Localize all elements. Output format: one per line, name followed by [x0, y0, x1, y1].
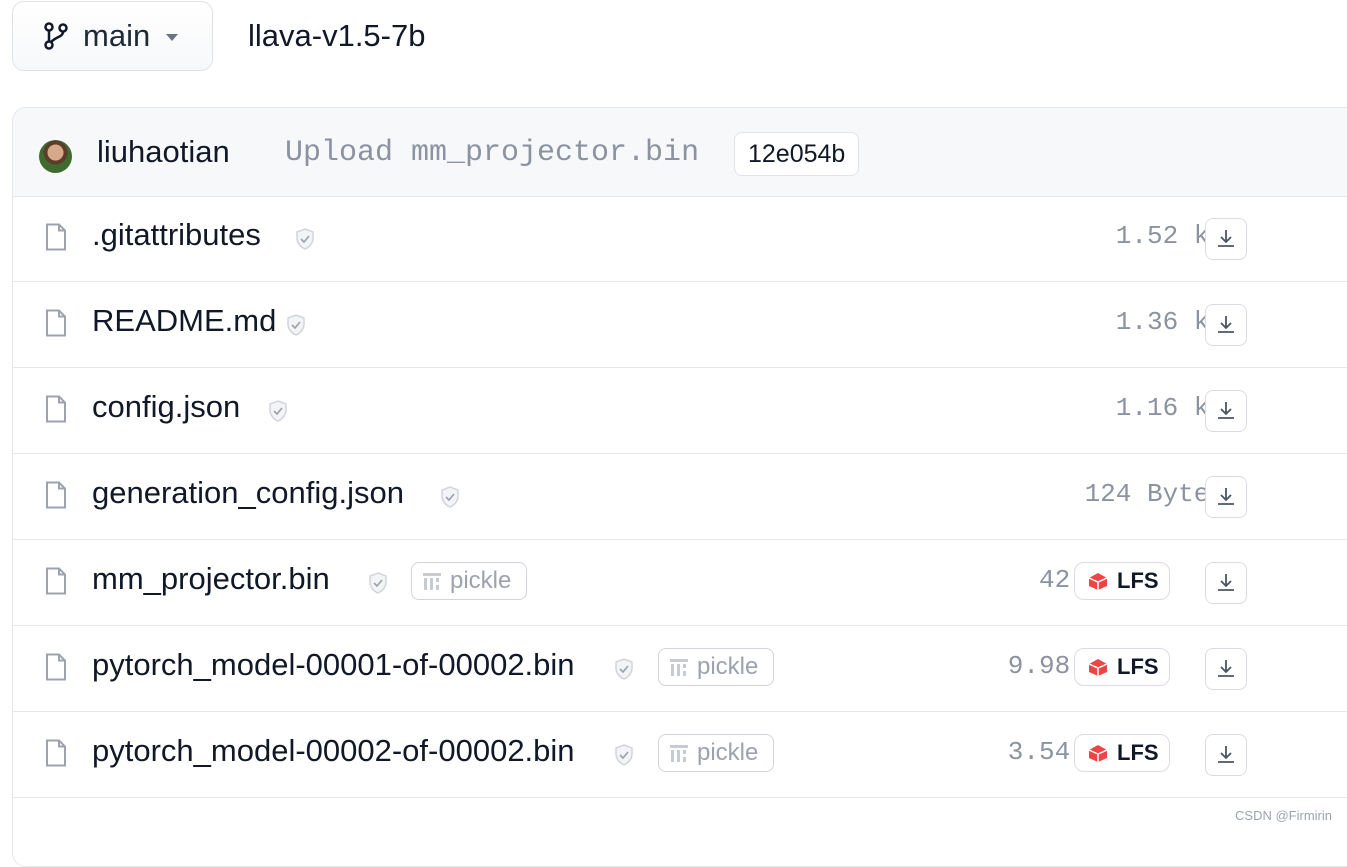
file-name-link[interactable]: config.json [92, 389, 240, 425]
safe-check-icon [615, 658, 633, 680]
safe-check-icon [287, 314, 305, 336]
commit-author[interactable]: liuhaotian [97, 134, 230, 170]
avatar[interactable] [39, 140, 72, 173]
file-row[interactable]: pytorch_model-00002-of-00002.bin pickle … [13, 712, 1347, 798]
file-name-link[interactable]: pytorch_model-00001-of-00002.bin [92, 647, 575, 683]
file-row[interactable]: README.md 1.36 kB [13, 282, 1347, 368]
file-name-link[interactable]: pytorch_model-00002-of-00002.bin [92, 733, 575, 769]
lfs-label: LFS [1117, 740, 1159, 765]
pickle-label: pickle [697, 653, 759, 680]
file-icon [46, 309, 66, 337]
safe-check-icon [296, 228, 314, 250]
file-name-link[interactable]: README.md [92, 303, 276, 339]
pickle-icon [423, 573, 441, 590]
commit-hash[interactable]: 12e054b [734, 132, 860, 176]
file-icon [46, 739, 66, 767]
file-row[interactable]: generation_config.json 124 Bytes [13, 454, 1347, 540]
pickle-label: pickle [450, 567, 512, 594]
lfs-box-icon [1088, 659, 1108, 676]
download-icon [1218, 316, 1234, 333]
download-icon [1218, 488, 1234, 505]
file-name-link[interactable]: generation_config.json [92, 475, 404, 511]
lfs-badge[interactable]: LFS [1074, 734, 1170, 772]
download-button[interactable] [1205, 562, 1247, 604]
safe-check-icon [615, 744, 633, 766]
safe-check-icon [369, 572, 387, 594]
safe-check-icon [441, 486, 459, 508]
safe-check-icon [269, 400, 287, 422]
file-row[interactable]: config.json 1.16 kB [13, 368, 1347, 454]
pickle-tag[interactable]: pickle [658, 734, 774, 772]
branch-selector-button[interactable]: main [12, 1, 213, 71]
file-name-link[interactable]: .gitattributes [92, 217, 261, 253]
download-button[interactable] [1205, 218, 1247, 260]
lfs-box-icon [1088, 745, 1108, 762]
git-branch-icon [44, 22, 68, 50]
branch-name: main [83, 18, 151, 53]
latest-commit: liuhaotian Upload mm_projector.bin 12e05… [13, 108, 1347, 197]
repo-header: main llava-v1.5-7b [0, 0, 1347, 90]
file-icon [46, 223, 66, 251]
download-button[interactable] [1205, 304, 1247, 346]
lfs-box-icon [1088, 573, 1108, 590]
download-icon [1218, 746, 1234, 763]
file-name-link[interactable]: mm_projector.bin [92, 561, 330, 597]
pickle-tag[interactable]: pickle [658, 648, 774, 686]
lfs-badge[interactable]: LFS [1074, 562, 1170, 600]
download-icon [1218, 574, 1234, 591]
lfs-badge[interactable]: LFS [1074, 648, 1170, 686]
pickle-label: pickle [697, 739, 759, 766]
file-icon [46, 481, 66, 509]
download-button[interactable] [1205, 734, 1247, 776]
download-icon [1218, 660, 1234, 677]
file-size: 124 Bytes [1084, 479, 1225, 509]
file-icon [46, 395, 66, 423]
file-row[interactable]: pytorch_model-00001-of-00002.bin pickle … [13, 626, 1347, 712]
pickle-icon [670, 745, 688, 762]
file-row[interactable]: mm_projector.bin pickle 42 MB LFS [13, 540, 1347, 626]
file-row[interactable]: .gitattributes 1.52 kB [13, 196, 1347, 282]
repository-path: llava-v1.5-7b [248, 18, 426, 53]
commit-message[interactable]: Upload mm_projector.bin [285, 136, 699, 170]
download-button[interactable] [1205, 476, 1247, 518]
lfs-label: LFS [1117, 568, 1159, 593]
download-icon [1218, 230, 1234, 247]
file-icon [46, 653, 66, 681]
chevron-down-icon [166, 34, 179, 41]
files-panel: liuhaotian Upload mm_projector.bin 12e05… [12, 107, 1347, 867]
download-button[interactable] [1205, 648, 1247, 690]
pickle-icon [670, 659, 688, 676]
lfs-label: LFS [1117, 654, 1159, 679]
download-icon [1218, 402, 1234, 419]
file-icon [46, 567, 66, 595]
watermark: CSDN @Firmirin [1235, 808, 1332, 823]
download-button[interactable] [1205, 390, 1247, 432]
pickle-tag[interactable]: pickle [411, 562, 527, 600]
